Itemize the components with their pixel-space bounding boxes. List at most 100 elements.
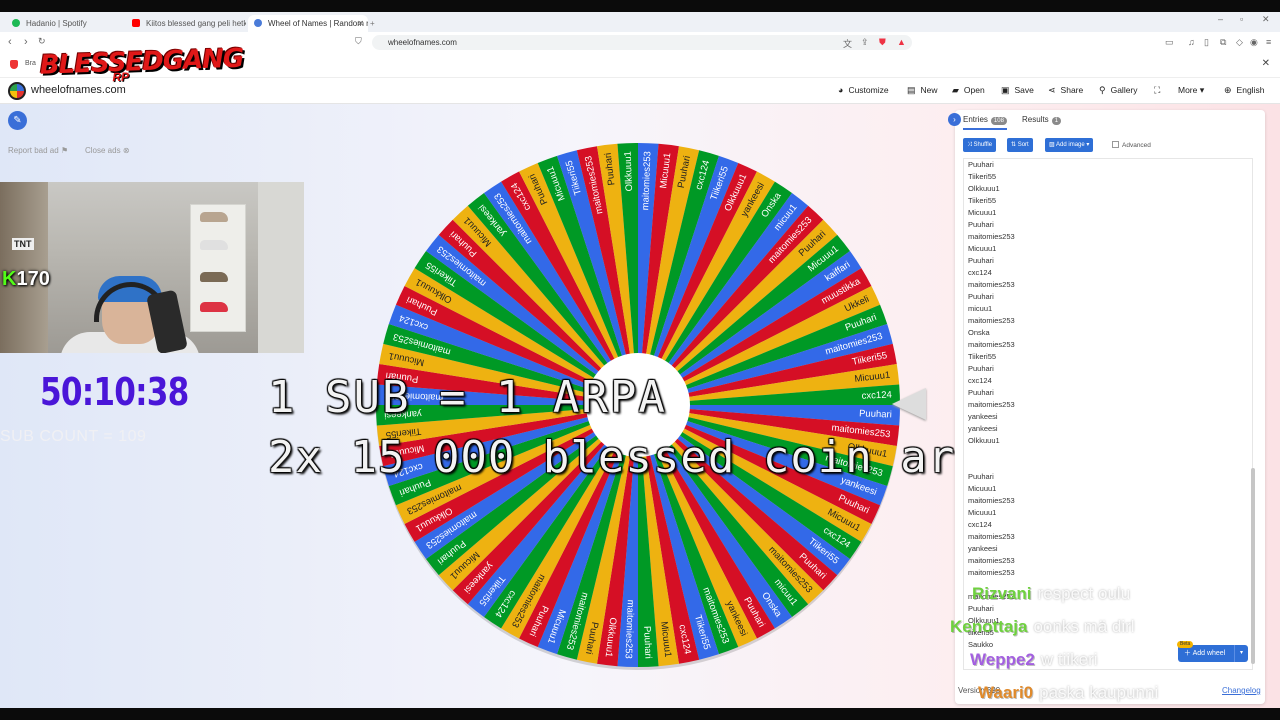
entries-scrollbar[interactable] (1251, 162, 1256, 668)
entry-line[interactable]: Tiikeri55 (964, 351, 1252, 363)
entry-line[interactable]: Puuhari (964, 255, 1252, 267)
brave-rewards-icon[interactable]: ▲ (897, 37, 906, 47)
entry-line[interactable]: maitomies253 (964, 231, 1252, 243)
reload-icon[interactable]: ↻ (38, 36, 46, 47)
new-tab-button[interactable]: + (370, 15, 384, 32)
entry-line[interactable]: Micuuu1 (964, 243, 1252, 255)
globe-icon: ⊕ (1224, 85, 1232, 95)
share-page-icon[interactable]: ⇪ (861, 37, 869, 48)
close-circle-icon: ⊗ (122, 146, 130, 155)
spotify-icon (12, 19, 20, 27)
forward-icon[interactable]: › (24, 36, 28, 48)
close-ads-link[interactable]: Close ads ⊗ (85, 146, 130, 155)
wheel-segment-label: maitomies253 (640, 151, 653, 211)
collapse-panel-icon[interactable]: › (948, 113, 961, 126)
entry-line[interactable] (964, 447, 1252, 459)
reading-list-icon[interactable]: ▯ (1204, 37, 1209, 48)
back-icon[interactable]: ‹ (8, 36, 12, 48)
entry-line[interactable]: yankeesi (964, 411, 1252, 423)
entry-line[interactable]: cxc124 (964, 267, 1252, 279)
wallet-icon[interactable]: ◇ (1236, 37, 1243, 48)
menu-save[interactable]: ▣ Save (1001, 85, 1034, 96)
entry-line[interactable]: Micuuu1 (964, 483, 1252, 495)
entry-line[interactable]: maitomies253 (964, 531, 1252, 543)
close-icon[interactable]: ✕ (1262, 58, 1270, 69)
entry-line[interactable]: cxc124 (964, 375, 1252, 387)
entry-line[interactable] (964, 459, 1252, 471)
edit-icon[interactable]: ✎ (8, 111, 27, 130)
os-top-bar (0, 0, 1280, 12)
entry-line[interactable]: Puuhari (964, 291, 1252, 303)
entry-line[interactable]: Tiikeri55 (964, 195, 1252, 207)
minimize-icon[interactable]: – (1218, 14, 1223, 24)
sort-button[interactable]: ⇅ Sort (1007, 138, 1033, 152)
menu-new[interactable]: ▤ New (907, 85, 938, 96)
wheel-logo-icon[interactable] (8, 82, 26, 100)
entry-line[interactable]: maitomies253 (964, 399, 1252, 411)
entry-line[interactable]: Tiikeri55 (964, 171, 1252, 183)
fullscreen-button[interactable]: ⛶ (1154, 85, 1165, 96)
flag-icon: ⚑ (60, 146, 69, 155)
entry-line[interactable]: maitomies253 (964, 495, 1252, 507)
menu-customize[interactable]: ◕ Customize (838, 85, 889, 95)
os-bottom-bar (0, 708, 1280, 720)
translate-icon[interactable]: 文 (843, 37, 852, 50)
entry-line[interactable]: Micuuu1 (964, 507, 1252, 519)
entry-line[interactable]: cxc124 (964, 519, 1252, 531)
entry-line[interactable]: maitomies253 (964, 567, 1252, 579)
brave-shield-icon[interactable]: ⛊ (879, 37, 886, 48)
entry-line[interactable]: Onska (964, 327, 1252, 339)
entry-line[interactable]: Puuhari (964, 387, 1252, 399)
entry-line[interactable]: maitomies253 (964, 279, 1252, 291)
tab-entries[interactable]: Entries 108 (963, 115, 1007, 130)
browser-tab-wheel-of-names[interactable]: Wheel of Names | Random name ✕ (248, 15, 368, 32)
menu-share[interactable]: ⋖ Share (1048, 85, 1083, 96)
menu-icon[interactable]: ≡ (1266, 37, 1271, 47)
entry-line[interactable]: yankeesi (964, 423, 1252, 435)
palette-icon: ◕ (838, 85, 844, 95)
blessedgang-logo: BLESSEDGANG RP (39, 43, 244, 85)
tab-label: Hadanio | Spotify (26, 19, 87, 28)
entry-line[interactable]: Olkkuuu1 (964, 183, 1252, 195)
menu-more[interactable]: More ▾ (1178, 85, 1209, 96)
save-icon: ▣ (1001, 85, 1010, 95)
vpn-icon[interactable]: ◉ (1250, 37, 1258, 48)
entry-line[interactable]: Puuhari (964, 159, 1252, 171)
shuffle-button[interactable]: ⤨ Shuffle (963, 138, 997, 152)
entry-line[interactable]: Puuhari (964, 219, 1252, 231)
media-icon[interactable]: ♫ (1188, 37, 1195, 47)
tab-results[interactable]: Results 1 (1022, 115, 1062, 125)
close-tab-icon[interactable]: ✕ (357, 15, 364, 32)
entry-line[interactable]: yankeesi (964, 543, 1252, 555)
report-bad-ad-link[interactable]: Report bad ad ⚑ (8, 146, 68, 155)
entry-line[interactable]: Puuhari (964, 471, 1252, 483)
add-image-button[interactable]: ▨ Add image ▾ (1045, 138, 1094, 152)
entries-count-badge: 108 (990, 117, 1007, 125)
tnt-box: TNT (12, 238, 34, 250)
bookmark-icon[interactable]: ⛉ (355, 36, 362, 47)
entry-line[interactable]: Puuhari (964, 603, 1252, 615)
menu-open[interactable]: ▰ Open (952, 85, 985, 96)
chevron-down-icon[interactable]: ▾ (1234, 645, 1248, 662)
entry-line[interactable]: maitomies253 (964, 339, 1252, 351)
browser-tab-youtube[interactable]: Kiitos blessed gang peli hetkiist - Yo (126, 15, 246, 32)
close-window-icon[interactable]: ✕ (1262, 14, 1270, 25)
changelog-link[interactable]: Changelog (1222, 686, 1261, 695)
sidebar-icon[interactable]: ▭ (1165, 37, 1174, 48)
entry-line[interactable]: Olkkuuu1 (964, 435, 1252, 447)
entry-line[interactable]: maitomies253 (964, 315, 1252, 327)
url-field[interactable]: wheelofnames.com (372, 35, 912, 50)
browser-tab-spotify[interactable]: Hadanio | Spotify (6, 15, 124, 32)
chevron-down-icon: ▾ (1199, 85, 1205, 95)
wheel-of-names-icon (254, 19, 262, 27)
menu-gallery[interactable]: ⚲ Gallery (1099, 85, 1138, 96)
maximize-icon[interactable]: ▫ (1240, 14, 1243, 24)
chat-message: Rizvani respect oulu (972, 584, 1131, 603)
advanced-checkbox[interactable]: Advanced (1112, 141, 1151, 149)
extensions-icon[interactable]: ⧉ (1220, 37, 1226, 48)
entry-line[interactable]: maitomies253 (964, 555, 1252, 567)
entry-line[interactable]: Micuuu1 (964, 207, 1252, 219)
entry-line[interactable]: Puuhari (964, 363, 1252, 375)
entry-line[interactable]: micuu1 (964, 303, 1252, 315)
menu-language[interactable]: ⊕ English (1224, 85, 1264, 96)
